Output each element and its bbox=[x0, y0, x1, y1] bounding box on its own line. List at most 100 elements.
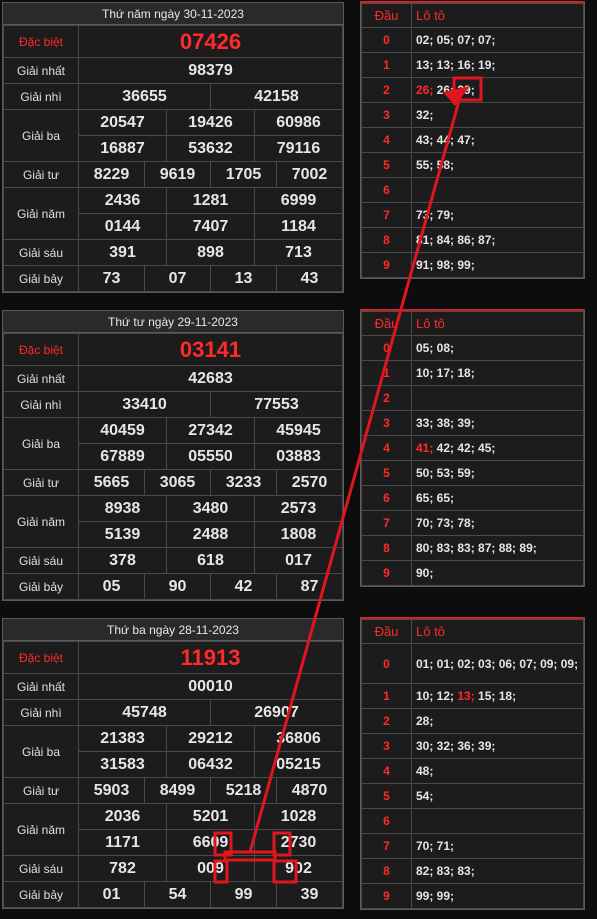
prize-number-db: 03141 bbox=[78, 333, 343, 366]
loto-head-digit: 6 bbox=[361, 485, 412, 511]
prize-number-g3: 19426 bbox=[166, 109, 255, 136]
prize-label-g4: Giải tư bbox=[3, 777, 79, 804]
prize-label-g6: Giải sáu bbox=[3, 239, 79, 266]
loto-values: 30; 32; 36; 39; bbox=[411, 733, 584, 759]
prize-row-g2: Giải nhì 33410 77553 bbox=[3, 391, 343, 418]
loto-values: 10; 17; 18; bbox=[411, 360, 584, 386]
loto-value-text: 13; 13; 16; 19; bbox=[416, 58, 496, 72]
prize-row-g4: Giải tư 8229 9619 1705 7002 bbox=[3, 161, 343, 188]
loto-row: 0 05; 08; bbox=[361, 335, 584, 361]
prize-row-g1: Giải nhất 00010 bbox=[3, 673, 343, 700]
loto-row: 4 48; bbox=[361, 758, 584, 784]
prize-number-g3: 67889 bbox=[78, 443, 167, 470]
loto-row: 3 30; 32; 36; 39; bbox=[361, 733, 584, 759]
loto-values bbox=[411, 177, 584, 203]
prize-number-g5: 2730 bbox=[254, 829, 343, 856]
prize-number-db: 11913 bbox=[78, 641, 343, 674]
loto-head-digit: 4 bbox=[361, 758, 412, 784]
prize-number-g3: 05550 bbox=[166, 443, 255, 470]
prize-number-g7: 39 bbox=[276, 881, 343, 908]
prize-number-g5: 8938 bbox=[78, 495, 167, 522]
loto-row: 1 10; 17; 18; bbox=[361, 360, 584, 386]
loto-head-digit: 9 bbox=[361, 252, 412, 278]
loto-value-text: 48; bbox=[416, 764, 434, 778]
loto-row: 6 bbox=[361, 177, 584, 203]
loto-head-digit: 8 bbox=[361, 535, 412, 561]
prize-number-g2: 42158 bbox=[210, 83, 343, 110]
loto-panel: Đầu Lô tô 0 05; 08; 1 10; 17; 18; 2 3 33; 38; 39… bbox=[360, 309, 585, 587]
loto-head-digit: 0 bbox=[361, 643, 412, 684]
prize-number-g7: 99 bbox=[210, 881, 277, 908]
loto-row: 7 70; 73; 78; bbox=[361, 510, 584, 536]
prize-number-g3: 40459 bbox=[78, 417, 167, 444]
draw-date-header: Thứ tư ngày 29-11-2023 bbox=[3, 311, 343, 333]
loto-head-digit: 5 bbox=[361, 783, 412, 809]
loto-values: 48; bbox=[411, 758, 584, 784]
loto-values: 54; bbox=[411, 783, 584, 809]
loto-head-digit: 7 bbox=[361, 202, 412, 228]
loto-value-text: 30; 32; 36; 39; bbox=[416, 739, 496, 753]
prize-number-g4: 8229 bbox=[78, 161, 145, 188]
loto-values: 70; 71; bbox=[411, 833, 584, 859]
prize-number-g5: 2573 bbox=[254, 495, 343, 522]
prize-number-g3: 03883 bbox=[254, 443, 343, 470]
loto-panel: Đầu Lô tô 0 01; 01; 02; 03; 06; 07; 09; 09;… bbox=[360, 617, 585, 910]
loto-header-dau: Đầu bbox=[361, 3, 412, 28]
loto-highlight: 41; bbox=[416, 441, 434, 455]
loto-values: 55; 58; bbox=[411, 152, 584, 178]
prize-label-g1: Giải nhất bbox=[3, 673, 79, 700]
prize-label-g5: Giải năm bbox=[3, 495, 79, 548]
prize-number-g7: 01 bbox=[78, 881, 145, 908]
loto-header-loto: Lô tô bbox=[411, 311, 584, 336]
prize-label-g6: Giải sáu bbox=[3, 547, 79, 574]
loto-value-text: 70; 73; 78; bbox=[416, 516, 475, 530]
prize-number-g5: 0144 bbox=[78, 213, 167, 240]
loto-header-dau: Đầu bbox=[361, 311, 412, 336]
loto-highlight: 26; bbox=[416, 83, 434, 97]
loto-value-text: 99; 99; bbox=[416, 889, 455, 903]
prize-number-g3: 16887 bbox=[78, 135, 167, 162]
loto-row: 8 81; 84; 86; 87; bbox=[361, 227, 584, 253]
loto-values: 81; 84; 86; 87; bbox=[411, 227, 584, 253]
loto-row: 3 33; 38; 39; bbox=[361, 410, 584, 436]
draw-date-header: Thứ ba ngày 28-11-2023 bbox=[3, 619, 343, 641]
prize-number-g3: 06432 bbox=[166, 751, 255, 778]
loto-row: 8 80; 83; 83; 87; 88; 89; bbox=[361, 535, 584, 561]
prize-number-g5: 7407 bbox=[166, 213, 255, 240]
loto-values: 02; 05; 07; 07; bbox=[411, 27, 584, 53]
loto-values: 99; 99; bbox=[411, 883, 584, 909]
loto-value-text: 50; 53; 59; bbox=[416, 466, 475, 480]
prize-label-g4: Giải tư bbox=[3, 161, 79, 188]
loto-row: 1 10; 12; 13; 15; 18; bbox=[361, 683, 584, 709]
prize-number-g7: 05 bbox=[78, 573, 145, 600]
loto-values: 70; 73; 78; bbox=[411, 510, 584, 536]
loto-row: 2 bbox=[361, 385, 584, 411]
prize-number-g4: 3233 bbox=[210, 469, 277, 496]
loto-value-text: 43; 44; 47; bbox=[416, 133, 475, 147]
loto-value-text: 80; 83; 83; 87; 88; 89; bbox=[416, 541, 537, 555]
loto-value-text: 82; 83; 83; bbox=[416, 864, 475, 878]
prize-number-g6: 017 bbox=[254, 547, 343, 574]
prize-number-g3: 29212 bbox=[166, 725, 255, 752]
prize-label-g7: Giải bảy bbox=[3, 573, 79, 600]
loto-value-text: 02; 05; 07; 07; bbox=[416, 33, 496, 47]
prize-row-g3: Giải ba 40459 27342 45945 bbox=[3, 417, 343, 470]
loto-head-digit: 4 bbox=[361, 435, 412, 461]
loto-values: 32; bbox=[411, 102, 584, 128]
loto-head-digit: 0 bbox=[361, 27, 412, 53]
loto-row: 0 01; 01; 02; 03; 06; 07; 09; 09; bbox=[361, 643, 584, 684]
prize-number-g6: 782 bbox=[78, 855, 167, 882]
prize-label-g2: Giải nhì bbox=[3, 699, 79, 726]
loto-values: 91; 98; 99; bbox=[411, 252, 584, 278]
prize-number-g2: 77553 bbox=[210, 391, 343, 418]
loto-value-text: 10; 17; 18; bbox=[416, 366, 475, 380]
loto-row: 6 65; 65; bbox=[361, 485, 584, 511]
prize-number-g1: 42683 bbox=[78, 365, 343, 392]
prize-row-g6: Giải sáu 782 009 902 bbox=[3, 855, 343, 882]
loto-value-text: 42; 42; 45; bbox=[433, 441, 496, 455]
loto-row: 4 43; 44; 47; bbox=[361, 127, 584, 153]
prize-number-g6: 378 bbox=[78, 547, 167, 574]
loto-table: Đầu Lô tô 0 01; 01; 02; 03; 06; 07; 09; 09;… bbox=[361, 619, 584, 909]
loto-values: 80; 83; 83; 87; 88; 89; bbox=[411, 535, 584, 561]
loto-values bbox=[411, 385, 584, 411]
